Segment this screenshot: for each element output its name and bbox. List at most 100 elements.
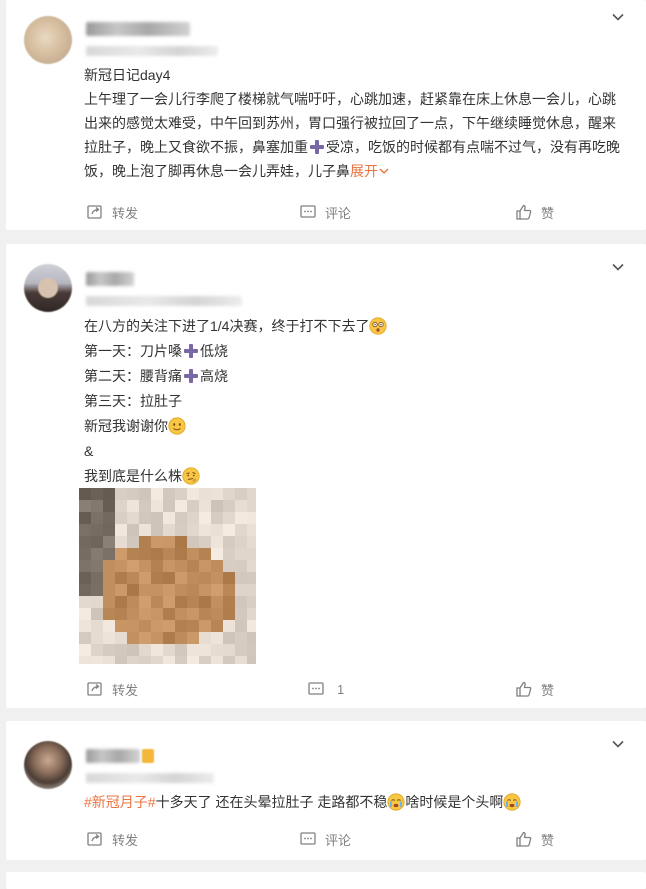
mosaic-tile xyxy=(103,548,115,560)
mosaic-tile xyxy=(139,584,151,596)
mosaic-tile xyxy=(187,572,199,584)
mosaic-tile xyxy=(127,596,139,608)
mosaic-tile xyxy=(115,584,127,596)
expand-link[interactable]: 展开 xyxy=(350,163,390,179)
mosaic-tile xyxy=(187,608,199,620)
avatar[interactable] xyxy=(24,16,72,64)
comment-button[interactable]: 评论 xyxy=(299,200,351,224)
mosaic-tile xyxy=(223,548,235,560)
mosaic-tile xyxy=(103,596,115,608)
mosaic-tile xyxy=(115,560,127,572)
mosaic-tile xyxy=(235,560,247,572)
mosaic-tile xyxy=(187,596,199,608)
like-button[interactable]: 赞 xyxy=(515,827,554,851)
repost-button[interactable]: 转发 xyxy=(86,200,138,224)
mosaic-tile xyxy=(247,512,256,524)
mosaic-tile xyxy=(163,536,175,548)
mosaic-tile xyxy=(151,500,163,512)
mosaic-tile xyxy=(211,596,223,608)
mosaic-tile xyxy=(103,620,115,632)
comment-icon xyxy=(299,203,317,221)
mosaic-tile xyxy=(163,584,175,596)
chevron-down-icon[interactable] xyxy=(610,9,626,25)
mosaic-tile xyxy=(79,620,91,632)
post-line: 在八方的关注下进了1/4决赛，终于打不下去了 xyxy=(84,318,370,334)
like-button[interactable]: 赞 xyxy=(515,677,554,701)
mosaic-tile xyxy=(187,536,199,548)
mosaic-tile xyxy=(235,572,247,584)
mosaic-tile xyxy=(247,488,256,500)
chevron-down-icon[interactable] xyxy=(610,736,626,752)
mosaic-tile xyxy=(247,560,256,572)
mosaic-tile xyxy=(163,656,175,664)
mosaic-tile xyxy=(211,608,223,620)
mosaic-tile xyxy=(211,536,223,548)
mosaic-tile xyxy=(103,512,115,524)
comment-button[interactable]: 评论 xyxy=(299,827,351,851)
mosaic-tile xyxy=(247,548,256,560)
mosaic-tile xyxy=(115,512,127,524)
mosaic-tile xyxy=(223,488,235,500)
comment-button[interactable]: 1 xyxy=(307,677,344,701)
post-image-pixelated[interactable] xyxy=(79,488,256,664)
mosaic-tile xyxy=(199,536,211,548)
action-bar: 转发 1 赞 xyxy=(6,677,646,701)
like-label: 赞 xyxy=(541,682,555,698)
mosaic-tile xyxy=(79,488,91,500)
mosaic-tile xyxy=(211,488,223,500)
mosaic-tile xyxy=(235,536,247,548)
plus-emoji-icon xyxy=(308,138,326,156)
mosaic-tile xyxy=(91,596,103,608)
username-blurred[interactable] xyxy=(86,749,140,763)
avatar[interactable] xyxy=(24,264,72,312)
mosaic-tile xyxy=(235,620,247,632)
mosaic-tile xyxy=(175,536,187,548)
chevron-down-icon[interactable] xyxy=(610,259,626,275)
mosaic-tile xyxy=(103,524,115,536)
mosaic-tile xyxy=(223,572,235,584)
mosaic-tile xyxy=(163,596,175,608)
post-body: 上午理了一会儿行李爬了楼梯就气喘吁吁，心跳加速，赶紧靠在床上休息一会儿，心跳出来… xyxy=(84,91,620,179)
repost-button[interactable]: 转发 xyxy=(86,827,138,851)
username-blurred[interactable] xyxy=(86,272,134,286)
mosaic-tile xyxy=(235,512,247,524)
mosaic-tile xyxy=(151,608,163,620)
repost-icon xyxy=(86,203,104,221)
mosaic-tile xyxy=(247,500,256,512)
post-line: 第三天：拉肚子 xyxy=(84,393,182,409)
repost-button[interactable]: 转发 xyxy=(86,677,138,701)
mosaic-tile xyxy=(199,608,211,620)
comment-label: 评论 xyxy=(325,832,352,848)
username-blurred[interactable] xyxy=(86,22,190,36)
mosaic-tile xyxy=(247,620,256,632)
avatar[interactable] xyxy=(24,741,72,789)
like-icon xyxy=(515,203,533,221)
mosaic-tile xyxy=(187,632,199,644)
mosaic-tile xyxy=(199,512,211,524)
mosaic-tile xyxy=(235,488,247,500)
mosaic-tile xyxy=(247,596,256,608)
like-button[interactable]: 赞 xyxy=(515,200,554,224)
mosaic-tile xyxy=(151,632,163,644)
mosaic-tile xyxy=(199,524,211,536)
mosaic-tile xyxy=(223,632,235,644)
mosaic-tile xyxy=(151,584,163,596)
mosaic-tile xyxy=(247,572,256,584)
mosaic-tile xyxy=(211,548,223,560)
mosaic-tile xyxy=(127,644,139,656)
post-line: & xyxy=(84,443,94,459)
mosaic-tile xyxy=(187,524,199,536)
mosaic-tile xyxy=(235,524,247,536)
topic-link[interactable]: #新冠月子# xyxy=(84,794,156,810)
mosaic-tile xyxy=(91,536,103,548)
post-title-line: 新冠日记day4 xyxy=(84,67,171,83)
mosaic-tile xyxy=(211,644,223,656)
mosaic-tile xyxy=(199,560,211,572)
mosaic-tile xyxy=(79,644,91,656)
like-icon xyxy=(515,680,533,698)
mosaic-tile xyxy=(223,584,235,596)
mosaic-tile xyxy=(151,596,163,608)
mosaic-tile xyxy=(151,656,163,664)
action-bar: 转发 评论 赞 xyxy=(6,827,646,851)
mosaic-tile xyxy=(151,644,163,656)
